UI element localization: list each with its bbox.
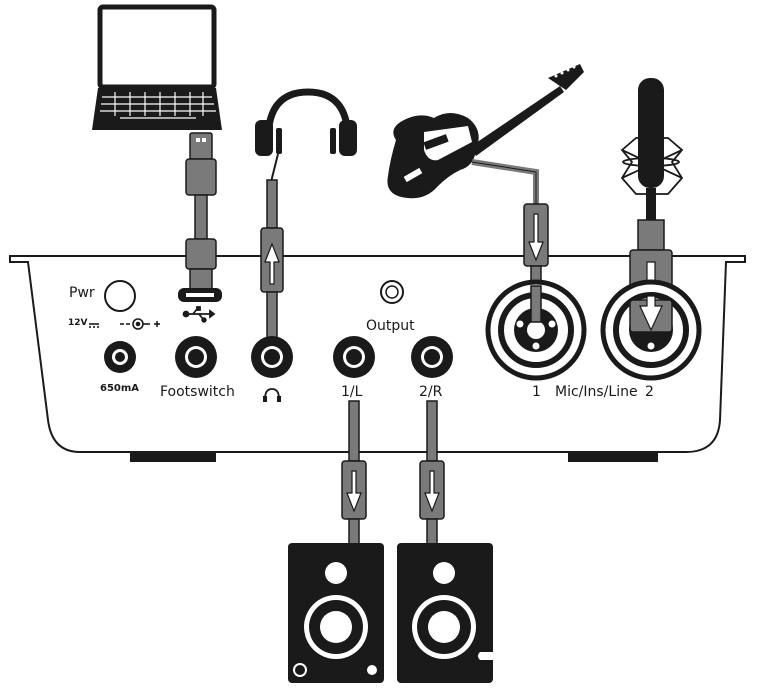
- studio-monitor-icon: [288, 543, 384, 683]
- output-label: Output: [366, 318, 415, 334]
- electric-guitar-icon: [387, 64, 584, 199]
- headphone-jack: [251, 336, 293, 378]
- studio-monitor-icon: [397, 543, 493, 683]
- power-label: Pwr: [69, 285, 95, 301]
- footswitch-label: Footswitch: [160, 384, 235, 400]
- connection-diagram-svg: [9, 4, 746, 683]
- output-2r-label: 2/R: [419, 384, 443, 400]
- input-2-label: 2: [645, 384, 654, 400]
- power-button: [104, 280, 136, 312]
- input-1-label: 1: [532, 384, 541, 400]
- output-1l-label: 1/L: [341, 384, 363, 400]
- mic-ins-line-label: Mic/Ins/Line: [555, 384, 638, 400]
- dc-spec-label: 12V: [68, 318, 88, 328]
- headphones-icon: [255, 88, 357, 156]
- dc-power-jack: [104, 341, 136, 373]
- footswitch-jack: [175, 336, 217, 378]
- connection-diagram: [0, 0, 764, 687]
- current-rating-label: 650mA: [100, 383, 140, 394]
- laptop-icon: [92, 4, 222, 130]
- condenser-microphone-icon: [620, 78, 684, 220]
- output-level-screw: [380, 280, 404, 304]
- output-jack-1l: [333, 336, 375, 378]
- output-jack-2r: [411, 336, 453, 378]
- guitar-plug-tip: [530, 285, 542, 323]
